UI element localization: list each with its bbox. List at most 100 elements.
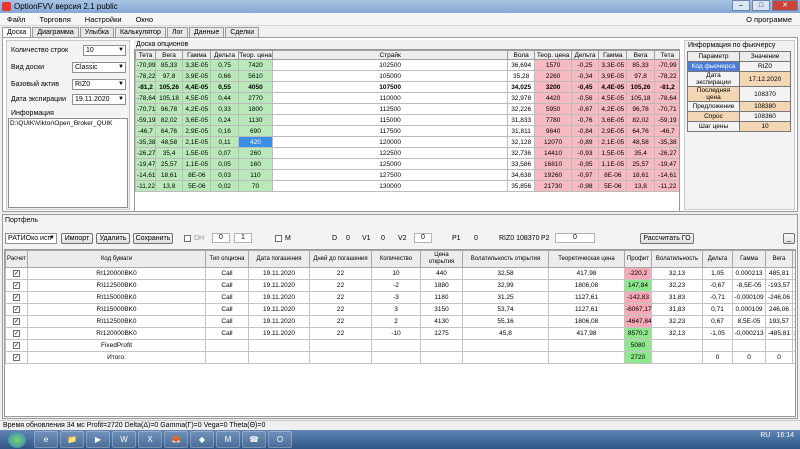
desk-cell[interactable]: -35,38: [653, 136, 679, 148]
desk-cell[interactable]: 0,11: [210, 136, 239, 148]
desk-cell[interactable]: 97,8: [626, 70, 655, 82]
desk-cell[interactable]: 4050: [237, 81, 274, 93]
desk-cell[interactable]: -70,99: [653, 59, 679, 71]
desk-cell[interactable]: -0,97: [570, 169, 600, 181]
desk-cell[interactable]: 4420: [534, 92, 572, 104]
maximize-button[interactable]: □: [752, 0, 770, 11]
desk-cell[interactable]: 0,55: [210, 81, 239, 93]
desk-cell[interactable]: -70,71: [135, 103, 156, 115]
desk-cell[interactable]: -19,47: [653, 158, 679, 170]
desk-cell[interactable]: 102500: [272, 59, 509, 71]
taskbar-app-icon[interactable]: O: [268, 431, 292, 448]
desk-cell[interactable]: 8E-06: [182, 169, 212, 181]
desk-row[interactable]: -11,22 13,8 5E-06 0,02 70 130000 35,856 21730 -0…: [135, 180, 679, 192]
portfolio-row[interactable]: ✓ RI115000BK0 Call 19.11.2020 22 -3 1180 31,25 1…: [5, 291, 795, 304]
row-checkbox[interactable]: ✓: [13, 330, 20, 337]
desk-cell[interactable]: 0,16: [210, 125, 239, 137]
desk-cell[interactable]: 7420: [237, 59, 274, 71]
desk-cell[interactable]: 690: [237, 125, 274, 137]
dh-checkbox[interactable]: [184, 235, 191, 242]
calc-go-button[interactable]: Рассчитать ГО: [640, 233, 694, 244]
desk-cell[interactable]: 36,694: [507, 59, 536, 71]
desk-cell[interactable]: 9840: [534, 125, 572, 137]
desk-cell[interactable]: -70,99: [135, 59, 156, 71]
desk-cell[interactable]: -11,22: [653, 180, 679, 192]
import-button[interactable]: Импорт: [61, 233, 93, 244]
portfolio-row[interactable]: ✓ RI112500BK0 Call 19.11.2020 22 2 4130 55,16 18…: [5, 315, 795, 328]
desk-cell[interactable]: 25,57: [626, 158, 655, 170]
desk-cell[interactable]: 2,9E-05: [182, 125, 212, 137]
desk-cell[interactable]: 115000: [272, 114, 509, 126]
desk-cell[interactable]: -0,89: [570, 136, 600, 148]
desk-row[interactable]: -19,47 25,57 1,1E-05 0,05 160 125000 33,586 168…: [135, 158, 679, 170]
desk-cell[interactable]: 122500: [272, 147, 509, 159]
desk-cell[interactable]: 0,03: [210, 169, 239, 181]
desk-cell[interactable]: -46,7: [653, 125, 679, 137]
view-select[interactable]: Classic ▼: [72, 62, 126, 73]
desk-cell[interactable]: -14,61: [653, 169, 679, 181]
minimize-portfolio-button[interactable]: _: [783, 233, 795, 244]
close-button[interactable]: ✕: [772, 0, 798, 11]
desk-cell[interactable]: -81,2: [135, 81, 156, 93]
desk-cell[interactable]: 112500: [272, 103, 509, 115]
desk-cell[interactable]: 2,1E-05: [182, 136, 212, 148]
desk-cell[interactable]: -0,56: [570, 92, 600, 104]
desk-cell[interactable]: 4,4E-05: [598, 81, 628, 93]
desk-cell[interactable]: 13,8: [626, 180, 655, 192]
desk-cell[interactable]: 0,07: [210, 147, 239, 159]
minimize-button[interactable]: –: [732, 0, 750, 11]
base-select[interactable]: RIZ0 ▼: [72, 79, 126, 90]
desk-cell[interactable]: -70,71: [653, 103, 679, 115]
desk-cell[interactable]: 25,57: [154, 158, 184, 170]
row-checkbox[interactable]: ✓: [13, 342, 20, 349]
desk-cell[interactable]: 4,2E-05: [598, 103, 628, 115]
menu-file[interactable]: Файл: [0, 15, 32, 24]
menu-about[interactable]: О программе: [746, 13, 792, 26]
desk-cell[interactable]: -59,19: [653, 114, 679, 126]
desk-cell[interactable]: 85,33: [154, 59, 184, 71]
desk-cell[interactable]: 82,02: [626, 114, 655, 126]
desk-cell[interactable]: 3,9E-05: [182, 70, 212, 82]
desk-cell[interactable]: 3,6E-05: [598, 114, 628, 126]
menu-trading[interactable]: Торговля: [32, 15, 77, 24]
desk-cell[interactable]: 1,1E-05: [598, 158, 628, 170]
desk-cell[interactable]: 4,2E-05: [182, 103, 212, 115]
spin-2[interactable]: 1: [234, 233, 252, 243]
desk-cell[interactable]: 3200: [534, 81, 572, 93]
desk-cell[interactable]: 4,5E-05: [598, 92, 628, 104]
desk-cell[interactable]: 1130: [237, 114, 274, 126]
desk-cell[interactable]: 0,02: [210, 180, 239, 192]
desk-cell[interactable]: 31,811: [507, 125, 536, 137]
desk-cell[interactable]: 0,75: [210, 59, 239, 71]
desk-cell[interactable]: 5610: [237, 70, 274, 82]
desk-cell[interactable]: -78,64: [653, 92, 679, 104]
desk-cell[interactable]: 5E-06: [182, 180, 212, 192]
desk-cell[interactable]: -59,19: [135, 114, 156, 126]
desk-cell[interactable]: 3,6E-05: [182, 114, 212, 126]
menu-settings[interactable]: Настройки: [78, 15, 129, 24]
save-button[interactable]: Сохранить: [133, 233, 173, 244]
desk-cell[interactable]: 3,9E-05: [598, 70, 628, 82]
desk-row[interactable]: -26,27 35,4 1,5E-05 0,07 260 122500 32,736 1441…: [135, 147, 679, 159]
delete-button[interactable]: Удалить: [96, 233, 130, 244]
taskbar-app-icon[interactable]: 🦊: [164, 431, 188, 448]
taskbar-app-icon[interactable]: 📁: [60, 431, 84, 448]
desk-cell[interactable]: 97,8: [154, 70, 184, 82]
row-checkbox[interactable]: ✓: [13, 294, 20, 301]
desk-cell[interactable]: 19260: [534, 169, 572, 181]
desk-cell[interactable]: 2,9E-05: [598, 125, 628, 137]
desk-row[interactable]: -59,19 82,02 3,6E-05 0,24 1130 115000 31,833 77…: [135, 114, 679, 126]
desk-cell[interactable]: 34,025: [507, 81, 536, 93]
desk-cell[interactable]: 130000: [272, 180, 509, 192]
desk-cell[interactable]: 7780: [534, 114, 572, 126]
taskbar-app-icon[interactable]: e: [34, 431, 58, 448]
desk-cell[interactable]: 82,02: [154, 114, 184, 126]
language-indicator[interactable]: RU: [760, 432, 770, 439]
desk-cell[interactable]: -0,45: [570, 81, 600, 93]
row-checkbox[interactable]: ✓: [13, 354, 20, 361]
desk-cell[interactable]: 31,833: [507, 114, 536, 126]
desk-cell[interactable]: 32,128: [507, 136, 536, 148]
desk-cell[interactable]: 2,1E-05: [598, 136, 628, 148]
desk-cell[interactable]: 5950: [534, 103, 572, 115]
desk-cell[interactable]: -78,22: [135, 70, 156, 82]
